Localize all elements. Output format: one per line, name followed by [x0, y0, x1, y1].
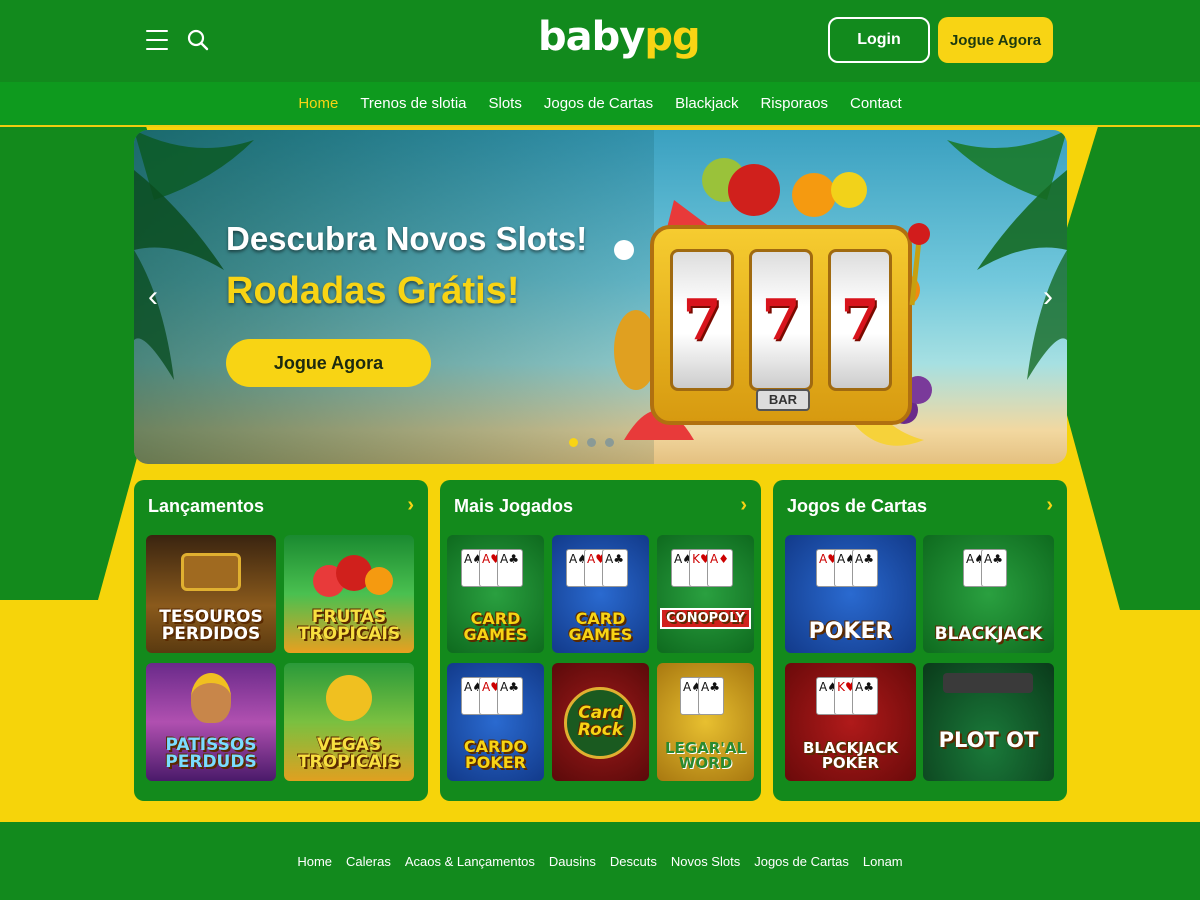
site-footer: Home Caleras Acaos & Lançamentos Dausins… — [0, 822, 1200, 900]
game-title: Card Rock — [577, 703, 624, 740]
panel-title: Mais Jogados — [454, 496, 574, 516]
panel-lancamentos: Lançamentos › TESOUROS PERDIDOS FRUTAS T… — [134, 480, 428, 801]
game-tile[interactable]: A♠ A♣ LEGAR'AL WORD — [657, 663, 754, 781]
character-icon — [191, 673, 231, 723]
hero-subtitle: Rodadas Grátis! — [226, 270, 520, 312]
game-title: CARDO POKER — [463, 737, 528, 772]
nav-item-slots[interactable]: Slots — [489, 95, 522, 112]
chevron-right-icon[interactable]: › — [1046, 494, 1053, 517]
nav-item-card-games[interactable]: Jogos de Cartas — [544, 95, 653, 112]
site-header: babypg Login Jogue Agora — [0, 0, 1200, 82]
game-title: BLACKJACK — [934, 624, 1043, 644]
playing-cards-icon: A♠ A♥ A♣ — [565, 549, 628, 587]
playing-cards-icon: A♠ K♥ A♣ — [815, 677, 878, 715]
panel-mais-jogados: Mais Jogados › A♠ A♥ A♣ CARD GAMES A♠ A♥ A♣ … — [440, 480, 761, 801]
chevron-right-icon[interactable]: › — [740, 494, 747, 517]
slot-machine-image: 7 7 7 BAR — [650, 225, 912, 425]
game-title: POKER — [808, 619, 893, 644]
playing-cards-icon: A♠ A♣ — [962, 549, 1007, 587]
game-tile[interactable]: A♠ A♥ A♣ CARD GAMES — [552, 535, 649, 653]
game-tile[interactable]: A♥ A♠ A♣ POKER — [785, 535, 916, 653]
chevron-right-icon[interactable]: › — [407, 494, 414, 517]
game-title: BLACKJACK POKER — [802, 739, 899, 772]
main-nav: Home Trenos de slotia Slots Jogos de Car… — [0, 82, 1200, 127]
carousel-dots — [569, 438, 614, 447]
slot-reel: 7 — [749, 249, 813, 391]
game-tile[interactable]: PLOT OT — [923, 663, 1054, 781]
game-title: VEGAS TROPICAIS — [297, 735, 401, 772]
nav-item-trenos[interactable]: Trenos de slotia — [360, 95, 466, 112]
fruits-icon — [313, 555, 393, 597]
carousel-dot[interactable] — [587, 438, 596, 447]
game-tile[interactable]: A♠ A♥ A♣ CARDO POKER — [447, 663, 544, 781]
panel-title: Jogos de Cartas — [787, 496, 928, 516]
game-title: PLOT OT — [938, 728, 1039, 752]
playing-cards-icon: A♥ A♠ A♣ — [815, 549, 878, 587]
footer-link-lonam[interactable]: Lonam — [863, 854, 903, 869]
game-tile[interactable]: TESOUROS PERDIDOS — [146, 535, 276, 653]
carousel-dot[interactable] — [569, 438, 578, 447]
hamburger-menu-icon[interactable] — [146, 30, 168, 50]
game-title: CARD GAMES — [463, 609, 528, 644]
nav-item-risporaos[interactable]: Risporaos — [760, 95, 828, 112]
nav-item-home[interactable]: Home — [298, 95, 338, 112]
hero-prev-arrow-icon[interactable]: ‹ — [148, 280, 158, 314]
game-title: CONOPOLY — [660, 608, 751, 629]
playing-cards-icon: A♠ K♥ A♦ — [670, 549, 733, 587]
hero-title: Descubra Novos Slots! — [226, 220, 588, 257]
search-icon[interactable] — [186, 28, 210, 52]
footer-link-caleras[interactable]: Caleras — [346, 854, 391, 869]
game-tile[interactable]: VEGAS TROPICAIS — [284, 663, 414, 781]
game-tile[interactable]: PATISSOS PERDUDS — [146, 663, 276, 781]
panel-jogos-de-cartas: Jogos de Cartas › A♥ A♠ A♣ POKER A♠ A♣ BLAC… — [773, 480, 1067, 801]
playing-cards-icon: A♠ A♣ — [679, 677, 724, 715]
logo-text-pg: pg — [644, 14, 700, 60]
footer-link-descuts[interactable]: Descuts — [610, 854, 657, 869]
game-title: FRUTAS TROPICAIS — [297, 607, 401, 644]
game-tile[interactable]: A♠ A♥ A♣ CARD GAMES — [447, 535, 544, 653]
slot-bar-label: BAR — [756, 389, 810, 411]
smiley-fruit-icon — [326, 675, 372, 721]
footer-link-home[interactable]: Home — [297, 854, 332, 869]
treasure-chest-icon — [181, 553, 241, 591]
panel-title: Lançamentos — [148, 496, 265, 516]
game-tile[interactable]: Card Rock — [552, 663, 649, 781]
header-play-now-button[interactable]: Jogue Agora — [938, 17, 1053, 63]
site-logo[interactable]: babypg — [538, 14, 701, 60]
hero-next-arrow-icon[interactable]: › — [1043, 280, 1053, 314]
casino-table-icon — [943, 673, 1033, 693]
footer-link-dausins[interactable]: Dausins — [549, 854, 596, 869]
slot-reel: 7 — [828, 249, 892, 391]
nav-item-contact[interactable]: Contact — [850, 95, 902, 112]
game-title: CARD GAMES — [568, 609, 633, 644]
nav-item-blackjack[interactable]: Blackjack — [675, 95, 738, 112]
login-button[interactable]: Login — [828, 17, 930, 63]
playing-cards-icon: A♠ A♥ A♣ — [460, 549, 523, 587]
logo-text-baby: baby — [538, 14, 645, 60]
hero-play-now-button[interactable]: Jogue Agora — [226, 339, 431, 387]
hero-banner: ‹ › Descubra Novos Slots! Rodadas Grátis… — [134, 130, 1067, 464]
footer-link-novos-slots[interactable]: Novos Slots — [671, 854, 740, 869]
game-title: LEGAR'AL WORD — [664, 739, 747, 772]
slot-reel: 7 — [670, 249, 734, 391]
playing-cards-icon: A♠ A♥ A♣ — [460, 677, 523, 715]
game-tile[interactable]: A♠ K♥ A♣ BLACKJACK POKER — [785, 663, 916, 781]
footer-link-card-games[interactable]: Jogos de Cartas — [754, 854, 849, 869]
footer-link-acaos[interactable]: Acaos & Lançamentos — [405, 854, 535, 869]
palm-tree-right-image — [947, 130, 1067, 380]
game-title: TESOUROS PERDIDOS — [159, 607, 263, 644]
game-tile[interactable]: A♠ K♥ A♦ CONOPOLY — [657, 535, 754, 653]
game-tile[interactable]: A♠ A♣ BLACKJACK — [923, 535, 1054, 653]
slot-lever-icon — [908, 223, 930, 306]
carousel-dot[interactable] — [605, 438, 614, 447]
game-tile[interactable]: FRUTAS TROPICAIS — [284, 535, 414, 653]
game-title: PATISSOS PERDUDS — [165, 735, 257, 772]
